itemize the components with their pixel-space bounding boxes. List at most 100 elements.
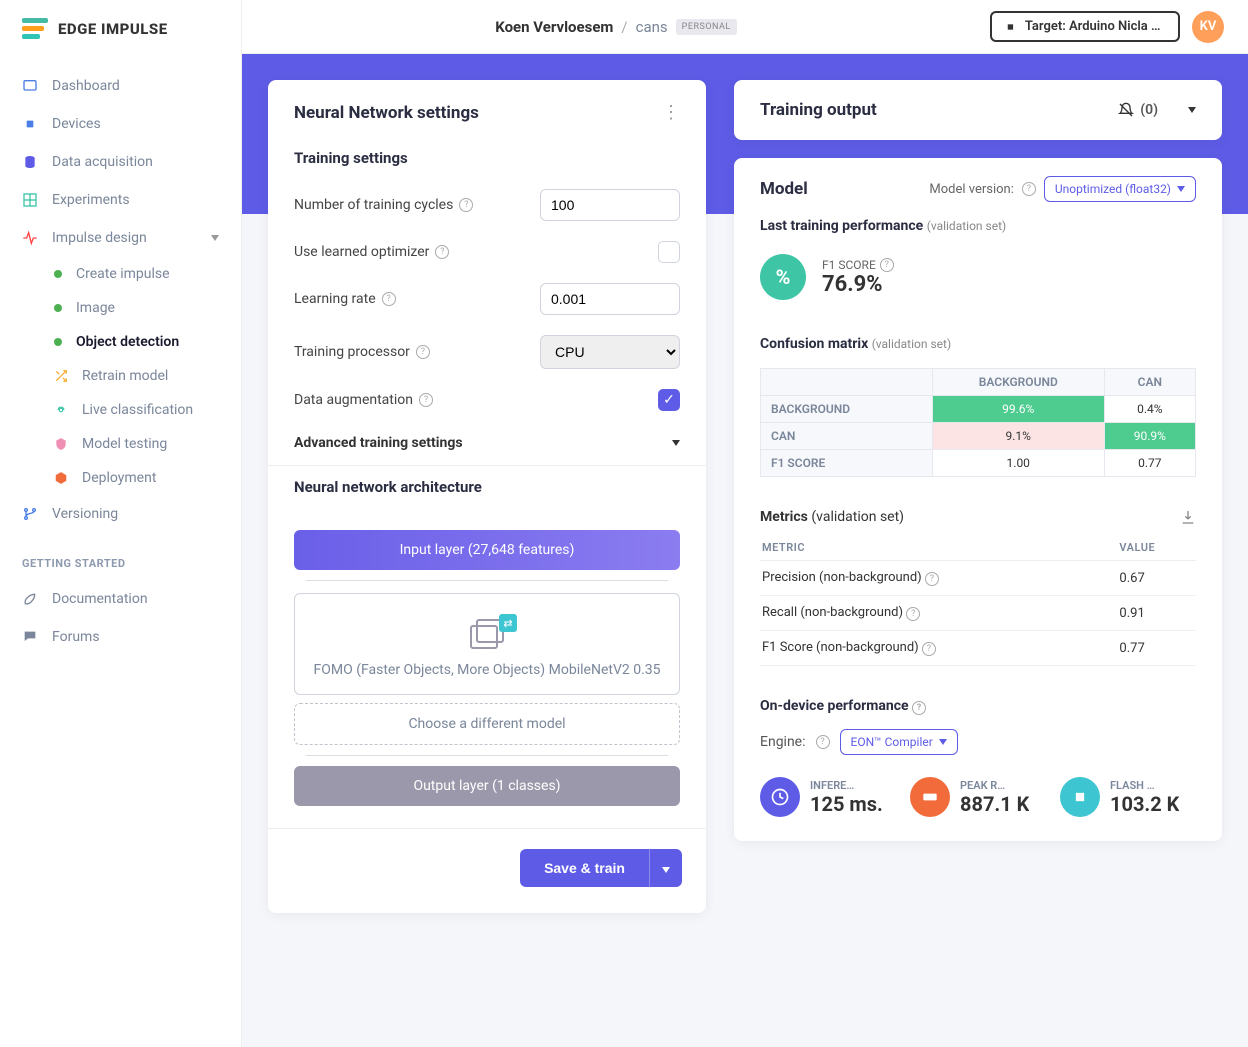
clock-icon <box>760 777 800 817</box>
help-icon[interactable]: ? <box>880 258 894 272</box>
help-icon[interactable]: ? <box>435 245 449 259</box>
save-train-button[interactable]: Save & train <box>520 849 649 887</box>
divider <box>306 755 668 756</box>
model-version-select[interactable]: Unoptimized (float32) <box>1044 176 1196 202</box>
rocket-icon <box>22 591 38 607</box>
nav-data-acquisition[interactable]: Data acquisition <box>0 143 241 181</box>
help-icon[interactable]: ? <box>1022 182 1036 196</box>
nav-label: Data acquisition <box>52 154 153 170</box>
model-block[interactable]: ⇄ FOMO (Faster Objects, More Objects) Mo… <box>294 593 680 695</box>
processor-label: Training processor? <box>294 344 430 360</box>
processor-select[interactable]: CPU <box>540 335 680 369</box>
input-layer[interactable]: Input layer (27,648 features) <box>294 530 680 570</box>
engine-label: Engine: <box>760 734 806 750</box>
chip-icon <box>22 116 38 132</box>
advanced-settings-toggle[interactable]: Advanced training settings <box>268 421 706 466</box>
ondevice-header: On-device performance ? <box>734 682 1222 723</box>
learned-opt-checkbox[interactable] <box>658 241 680 263</box>
notif-count: (0) <box>1140 102 1158 118</box>
breadcrumb-project[interactable]: cans <box>636 18 668 36</box>
model-name: FOMO (Faster Objects, More Objects) Mobi… <box>307 662 667 678</box>
nav-documentation[interactable]: Documentation <box>0 580 241 618</box>
avatar[interactable]: KV <box>1192 11 1224 43</box>
chevron-down-icon <box>672 440 680 446</box>
save-train-dropdown[interactable] <box>649 849 682 887</box>
nav-dashboard[interactable]: Dashboard <box>0 67 241 105</box>
last-perf-header: Last training performance (validation se… <box>734 202 1222 242</box>
sub-label: Retrain model <box>82 368 168 384</box>
learned-opt-label: Use learned optimizer? <box>294 244 449 260</box>
version-label: Model version: <box>929 182 1014 197</box>
swap-icon: ⇄ <box>499 614 517 632</box>
choose-model-button[interactable]: Choose a different model <box>294 703 680 745</box>
sub-model-testing[interactable]: Model testing <box>0 427 241 461</box>
metrics-table: METRICVALUE Precision (non-background) ?… <box>760 535 1196 666</box>
perf-inference: INFERE…125 ms. <box>760 777 896 817</box>
perf-flash: FLASH …103.2 K <box>1060 777 1196 817</box>
chevron-down-icon[interactable] <box>1188 107 1196 113</box>
brand-name: EDGE IMPULSE <box>58 20 168 38</box>
sub-live-classification[interactable]: Live classification <box>0 393 241 427</box>
topbar: Koen Vervloesem / cans PERSONAL Target: … <box>242 0 1248 54</box>
engine-value: EON™ Compiler <box>851 735 933 749</box>
nn-settings-panel: Neural Network settings ⋮ Training setti… <box>268 80 706 913</box>
breadcrumb-user[interactable]: Koen Vervloesem <box>495 18 613 36</box>
sub-create-impulse[interactable]: Create impulse <box>0 257 241 291</box>
nav-label: Versioning <box>52 506 118 522</box>
chevron-down-icon <box>211 235 219 241</box>
help-icon[interactable]: ? <box>816 735 830 749</box>
lr-label: Learning rate? <box>294 291 396 307</box>
nav-devices[interactable]: Devices <box>0 105 241 143</box>
sub-deployment[interactable]: Deployment <box>0 461 241 495</box>
confusion-matrix: BACKGROUNDCAN BACKGROUND99.6%0.4%CAN9.1%… <box>760 368 1196 477</box>
logo[interactable]: EDGE IMPULSE <box>0 18 241 67</box>
nav-impulse-design[interactable]: Impulse design <box>0 219 241 257</box>
output-layer[interactable]: Output layer (1 classes) <box>294 766 680 806</box>
status-dot-icon <box>54 338 62 346</box>
notification-toggle[interactable]: (0) <box>1118 102 1158 118</box>
nav-label: Impulse design <box>52 230 147 246</box>
panel-title: Neural Network settings <box>294 103 479 123</box>
engine-select[interactable]: EON™ Compiler <box>840 729 958 755</box>
target-selector[interactable]: Target: Arduino Nicla Vis… <box>990 11 1180 42</box>
sub-retrain-model[interactable]: Retrain model <box>0 359 241 393</box>
arch-header: Neural network architecture <box>268 466 706 508</box>
sub-image[interactable]: Image <box>0 291 241 325</box>
chat-icon <box>22 629 38 645</box>
nav-forums[interactable]: Forums <box>0 618 241 656</box>
sub-label: Image <box>76 300 115 316</box>
lr-input[interactable] <box>540 283 680 315</box>
help-icon[interactable]: ? <box>416 345 430 359</box>
branch-icon <box>22 506 38 522</box>
chevron-down-icon <box>662 867 670 873</box>
help-icon[interactable]: ? <box>419 393 433 407</box>
help-icon[interactable]: ? <box>459 198 473 212</box>
help-icon[interactable]: ? <box>912 701 926 715</box>
help-icon[interactable]: ? <box>382 292 396 306</box>
sub-object-detection[interactable]: Object detection <box>0 325 241 359</box>
database-icon <box>22 154 38 170</box>
pulse-icon <box>22 230 38 246</box>
model-icon: ⇄ <box>467 618 507 652</box>
sub-label: Create impulse <box>76 266 170 282</box>
augment-checkbox[interactable]: ✓ <box>658 389 680 411</box>
cycles-input[interactable] <box>540 189 680 221</box>
perf-ram: PEAK R…887.1 K <box>910 777 1046 817</box>
shield-check-icon <box>54 437 68 451</box>
training-output-panel: Training output (0) <box>734 80 1222 140</box>
chevron-down-icon <box>1177 186 1185 192</box>
augment-label: Data augmentation? <box>294 392 433 408</box>
section-getting-started: GETTING STARTED <box>0 533 241 580</box>
nav-label: Devices <box>52 116 101 132</box>
sub-label: Object detection <box>76 334 179 350</box>
chevron-down-icon <box>939 739 947 745</box>
cycles-label: Number of training cycles? <box>294 197 473 213</box>
download-icon[interactable] <box>1180 509 1196 525</box>
nav-versioning[interactable]: Versioning <box>0 495 241 533</box>
nav-experiments[interactable]: Experiments <box>0 181 241 219</box>
sidebar: EDGE IMPULSE Dashboard Devices Data acqu… <box>0 0 242 1047</box>
status-dot-icon <box>54 304 62 312</box>
f1-label: F1 SCORE? <box>822 258 894 272</box>
sub-label: Live classification <box>82 402 193 418</box>
kebab-menu[interactable]: ⋮ <box>662 102 680 123</box>
